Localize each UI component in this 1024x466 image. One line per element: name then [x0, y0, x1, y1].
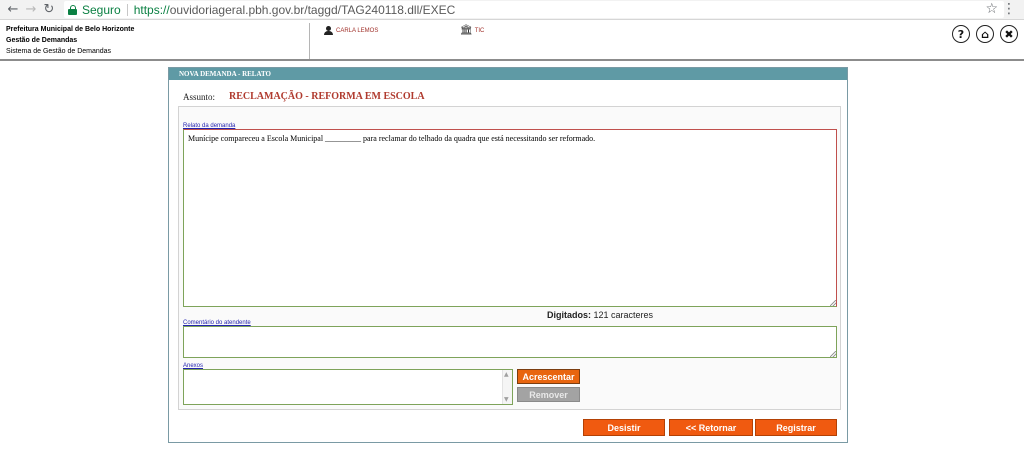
cancel-button[interactable]: Desistir [583, 419, 665, 436]
org-name: Prefeitura Municipal de Belo Horizonte [6, 26, 135, 33]
app-header: Prefeitura Municipal de Belo Horizonte G… [0, 21, 1024, 61]
relato-resize-grip[interactable] [830, 300, 836, 306]
org-info: Prefeitura Municipal de Belo Horizonte G… [2, 23, 310, 59]
typed-count: 121 caracteres [593, 310, 654, 320]
url-path: ouvidoriageral.pbh.gov.br/taggd/TAG24011… [169, 2, 456, 17]
browser-menu-icon[interactable]: ⋮ [1002, 1, 1016, 17]
module-name: Gestão de Demandas [6, 37, 78, 44]
unit-link[interactable]: 🏛 TIC [460, 25, 484, 36]
home-button[interactable]: ⌂ [976, 25, 994, 43]
subject-row: Assunto: RECLAMAÇÃO - REFORMA EM ESCOLA [183, 91, 425, 102]
char-count: Digitados: 121 caracteres [547, 310, 653, 320]
reload-icon[interactable]: ↻ [40, 1, 58, 19]
subject-value: RECLAMAÇÃO - REFORMA EM ESCOLA [229, 91, 425, 102]
forward-arrow-icon[interactable]: → [22, 1, 40, 19]
back-arrow-icon[interactable]: ← [4, 1, 22, 19]
url-divider [126, 3, 128, 16]
address-bar[interactable]: Seguro https://ouvidoriageral.pbh.gov.br… [64, 1, 1004, 18]
system-name: Sistema de Gestão de Demandas [6, 48, 112, 55]
attachments-scrollbar[interactable]: ▲ ▼ [502, 370, 512, 404]
new-demand-panel: NOVA DEMANDA - RELATO Assunto: RECLAMAÇÃ… [168, 67, 848, 443]
browser-toolbar: ← → ↻ Seguro https://ouvidoriageral.pbh.… [0, 0, 1024, 20]
scroll-down-arrow-icon[interactable]: ▼ [504, 396, 509, 403]
panel-title: NOVA DEMANDA - RELATO [169, 68, 847, 80]
user-icon [324, 26, 333, 35]
comment-textarea[interactable] [183, 326, 837, 358]
subject-label: Assunto: [183, 91, 216, 102]
relato-textarea[interactable]: Munícipe compareceu a Escola Municipal _… [183, 129, 837, 307]
url-text: https://ouvidoriageral.pbh.gov.br/taggd/… [134, 3, 456, 17]
scroll-up-arrow-icon[interactable]: ▲ [504, 371, 509, 378]
unit-name: TIC [474, 27, 485, 34]
register-button[interactable]: Registrar [755, 419, 837, 436]
lock-icon [68, 4, 77, 15]
back-button[interactable]: << Retornar [669, 419, 753, 436]
close-button[interactable]: ✖ [1000, 25, 1018, 43]
typed-label: Digitados: [547, 310, 591, 320]
url-scheme: https:// [133, 2, 170, 17]
secure-label: Seguro [82, 2, 121, 17]
user-name: CARLA LEMOS [336, 27, 379, 34]
remove-attachment-button[interactable]: Remover [517, 387, 580, 402]
user-link[interactable]: CARLA LEMOS [324, 26, 378, 35]
help-button[interactable]: ? [952, 25, 970, 43]
attachments-list[interactable]: ▲ ▼ [183, 369, 513, 405]
add-attachment-button[interactable]: Acrescentar [517, 369, 580, 384]
form-area: Relato da demanda Munícipe compareceu a … [178, 106, 841, 410]
bookmark-star-icon[interactable]: ☆ [985, 1, 998, 17]
institution-icon: 🏛 [460, 25, 473, 36]
comment-resize-grip[interactable] [830, 351, 836, 357]
